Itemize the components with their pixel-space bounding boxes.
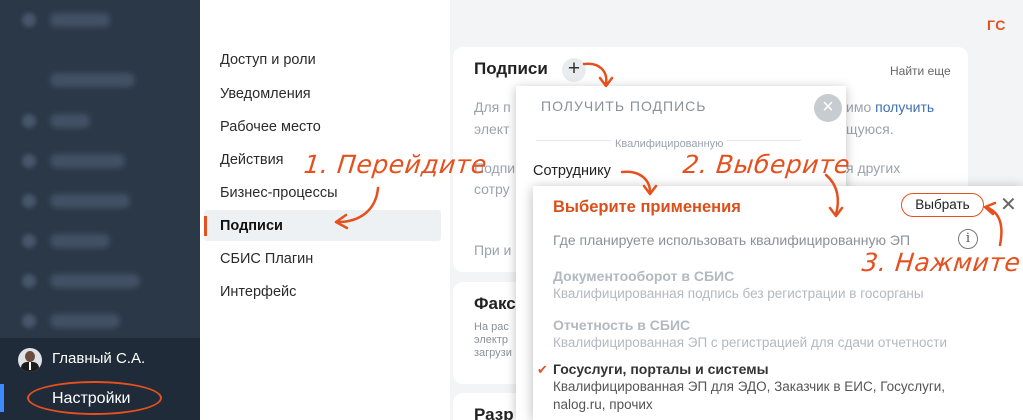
arrow-step-3 (984, 205, 1003, 247)
arrow-step-2 (824, 173, 840, 216)
annotation-arrows (334, 62, 1003, 247)
